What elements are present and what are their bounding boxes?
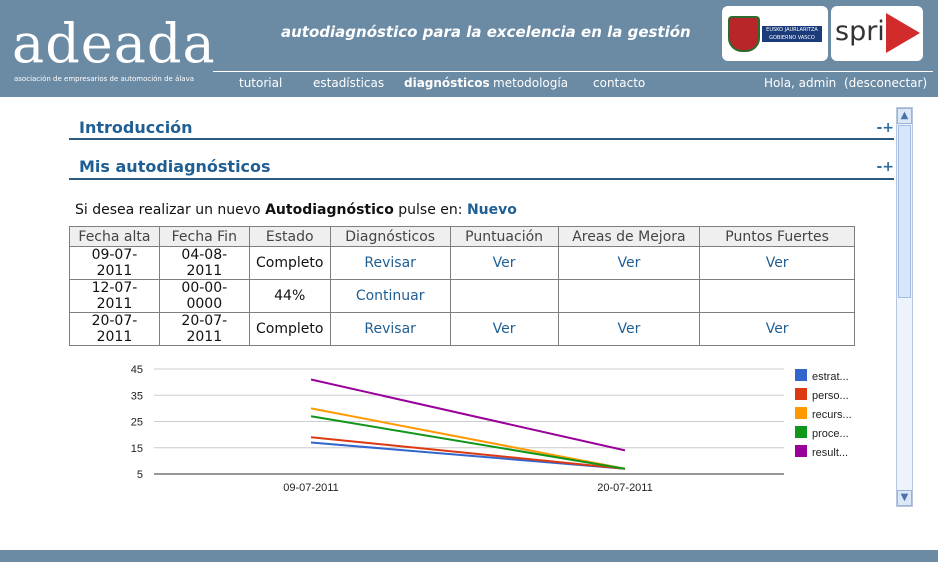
table-row: 12-07-2011 00-00-0000 44% Continuar [69, 279, 855, 313]
table-row: 20-07-2011 20-07-2011 Completo Revisar V… [69, 312, 855, 346]
spri-wordmark: spri [835, 16, 885, 47]
diagnostics-table: Fecha alta Fecha Fin Estado Diagnósticos… [69, 226, 855, 346]
column-header: Areas de Mejora [557, 226, 701, 247]
table-cell: 00-00-0000 [158, 279, 250, 313]
legend-swatch [795, 407, 807, 419]
nav-estadisticas[interactable]: estadísticas [313, 76, 384, 90]
y-tick-label: 15 [131, 443, 143, 455]
revisar-link[interactable]: Revisar [329, 312, 451, 346]
my-diagnostics-section-header[interactable]: Mis autodiagnósticos -+ [69, 155, 894, 180]
legend-swatch [795, 388, 807, 400]
spri-logo[interactable]: spri [831, 6, 923, 61]
puntuacion-link[interactable]: Ver [449, 246, 559, 280]
section-title-mis-autodiagnosticos: Mis autodiagnósticos [79, 157, 271, 176]
legend-label: proce... [812, 428, 849, 440]
diagnostics-line-chart: 5 15 25 35 45 09-07-2011 20-07-2011 estrat... pe… [131, 364, 852, 494]
nav-diagnosticos[interactable]: diagnósticos [404, 76, 490, 90]
table-cell: 20-07-2011 [158, 312, 250, 346]
puntuacion-link[interactable]: Ver [449, 312, 559, 346]
nav-tutorial[interactable]: tutorial [239, 76, 282, 90]
column-header: Fecha alta [69, 226, 160, 247]
site-tagline: autodiagnóstico para la excelencia en la… [281, 23, 691, 41]
legend-label: recurs... [812, 409, 852, 421]
series-line [310, 407, 626, 470]
nav-contacto[interactable]: contacto [593, 76, 645, 90]
table-cell: 09-07-2011 [69, 246, 160, 280]
legend-swatch [795, 369, 807, 381]
legend-swatch [795, 445, 807, 457]
column-header: Diagnósticos [329, 226, 451, 247]
user-greeting: Hola, admin [764, 76, 837, 90]
x-tick-label: 20-07-2011 [597, 482, 652, 494]
new-diagnostic-prompt: Si desea realizar un nuevo Autodiagnósti… [75, 202, 517, 218]
x-tick-label: 09-07-2011 [283, 482, 338, 494]
column-header: Puntuación [449, 226, 559, 247]
prompt-after: pulse en: [398, 202, 463, 218]
new-diagnostic-link[interactable]: Nuevo [467, 202, 517, 218]
basque-government-logo[interactable]: EUSKO JAURLARITZA GOBIERNO VASCO [722, 6, 828, 61]
column-header: Estado [248, 226, 331, 247]
y-tick-label: 35 [131, 390, 143, 402]
nav-divider [213, 71, 933, 72]
app-header: adeada asociación de empresarios de auto… [0, 0, 938, 97]
puntos-fuertes-link[interactable]: Ver [699, 312, 855, 346]
series-line [310, 378, 626, 452]
prompt-before: Si desea realizar un nuevo [75, 202, 261, 218]
table-cell [557, 279, 701, 313]
continuar-link[interactable]: Continuar [329, 279, 451, 313]
legend-label: result... [812, 447, 848, 459]
table-cell: Completo [248, 312, 331, 346]
table-row: 09-07-2011 04-08-2011 Completo Revisar V… [69, 246, 855, 280]
expand-collapse-icon[interactable]: -+ [876, 120, 894, 136]
expand-collapse-icon[interactable]: -+ [876, 159, 894, 175]
legend-label: perso... [812, 390, 849, 402]
column-header: Fecha Fin [158, 226, 250, 247]
legend-swatch [795, 426, 807, 438]
page-footer [0, 550, 938, 562]
table-cell: 20-07-2011 [69, 312, 160, 346]
scroll-down-arrow-icon[interactable]: ▼ [897, 490, 912, 506]
section-title-introduccion: Introducción [79, 118, 193, 137]
y-tick-label: 45 [131, 364, 143, 376]
table-cell [449, 279, 559, 313]
table-cell: 12-07-2011 [69, 279, 160, 313]
logo[interactable]: adeada [12, 14, 216, 74]
intro-section-header[interactable]: Introducción -+ [69, 116, 894, 140]
government-label: EUSKO JAURLARITZA GOBIERNO VASCO [762, 26, 822, 42]
y-tick-label: 25 [131, 417, 143, 429]
areas-mejora-link[interactable]: Ver [557, 246, 701, 280]
coat-of-arms-icon [728, 16, 760, 52]
scroll-up-arrow-icon[interactable]: ▲ [897, 108, 912, 124]
legend-label: estrat... [812, 371, 849, 383]
y-tick-label: 5 [137, 469, 143, 481]
table-cell: 44% [248, 279, 331, 313]
vertical-scrollbar[interactable]: ▲ ▼ [896, 107, 913, 507]
table-cell [699, 279, 855, 313]
logo-subtitle: asociación de empresarios de automoción … [14, 75, 195, 83]
logout-link[interactable]: (desconectar) [844, 76, 927, 90]
table-cell: Completo [248, 246, 331, 280]
areas-mejora-link[interactable]: Ver [557, 312, 701, 346]
spri-arrow-icon [886, 13, 920, 53]
nav-metodologia[interactable]: metodología [493, 76, 568, 90]
table-cell: 04-08-2011 [158, 246, 250, 280]
table-header-row: Fecha alta Fecha Fin Estado Diagnósticos… [69, 226, 855, 247]
revisar-link[interactable]: Revisar [329, 246, 451, 280]
column-header: Puntos Fuertes [699, 226, 855, 247]
scrollbar-thumb[interactable] [898, 125, 911, 298]
puntos-fuertes-link[interactable]: Ver [699, 246, 855, 280]
prompt-bold: Autodiagnóstico [265, 202, 394, 218]
